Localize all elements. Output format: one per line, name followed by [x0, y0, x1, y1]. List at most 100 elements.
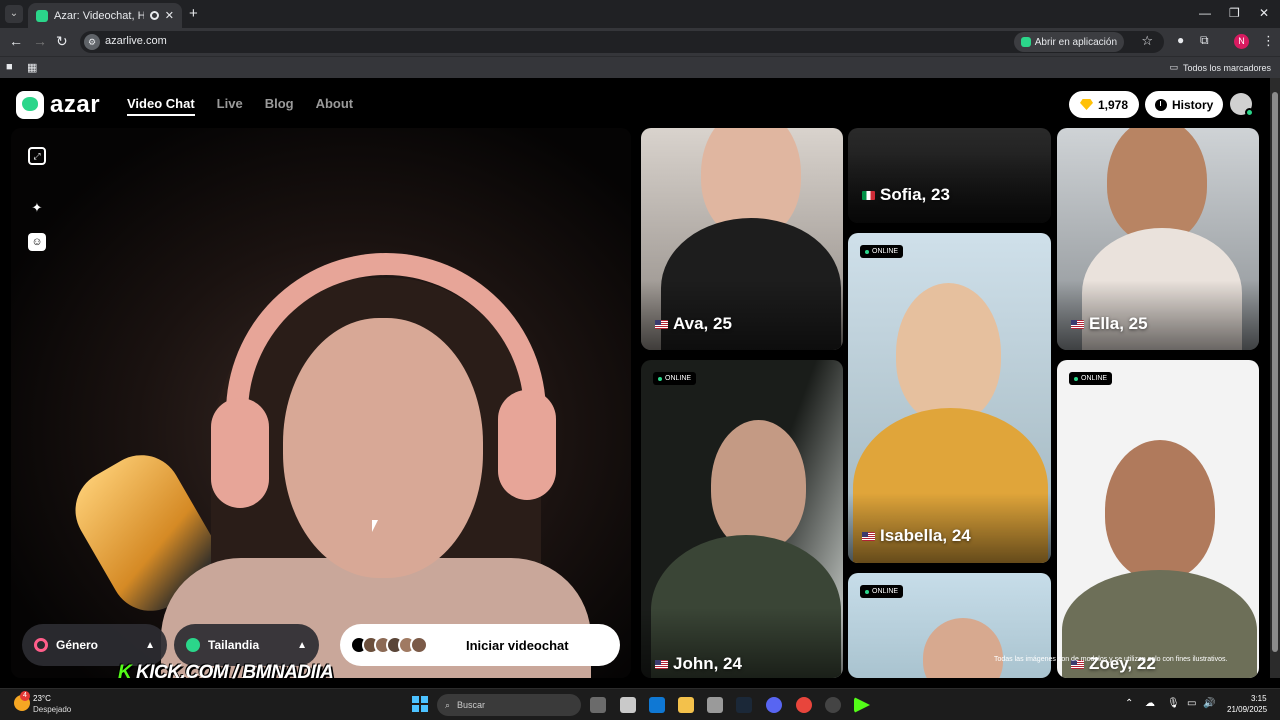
- minimize-icon[interactable]: —: [1199, 6, 1211, 20]
- profile-card-zoey[interactable]: ONLINE Zoey, 22: [1057, 360, 1259, 678]
- italy-flag-icon: [862, 190, 875, 200]
- country-label: Tailandia: [208, 638, 260, 652]
- fullscreen-icon[interactable]: ⤢: [28, 147, 46, 165]
- store-icon[interactable]: [620, 697, 636, 713]
- us-flag-icon: [862, 531, 875, 541]
- headphone-left-cup: [211, 398, 269, 508]
- card-name: Ella, 25: [1071, 314, 1148, 334]
- history-label: History: [1172, 97, 1214, 112]
- window-close-icon[interactable]: ✕: [1259, 6, 1269, 20]
- search-placeholder: Buscar: [457, 700, 486, 710]
- card-name-text: John, 24: [673, 654, 742, 673]
- online-badge: ONLINE: [860, 245, 904, 258]
- file-explorer-icon[interactable]: [678, 697, 694, 713]
- network-icon[interactable]: ▭: [1187, 698, 1196, 709]
- sparkle-effects-icon[interactable]: ✦: [28, 199, 46, 217]
- card-name-text: Isabella, 24: [880, 526, 971, 545]
- nav-blog[interactable]: Blog: [265, 96, 294, 116]
- task-view-icon[interactable]: [590, 697, 606, 713]
- start-videochat-button[interactable]: Iniciar videochat: [340, 624, 620, 666]
- chevron-up-icon: ▲: [145, 639, 155, 651]
- taskbar-search[interactable]: ⌕ Buscar: [437, 694, 581, 716]
- recording-icon: [149, 11, 159, 20]
- kick-channel-text: KICK.COM / BMNADIIA: [136, 662, 334, 683]
- temperature[interactable]: 23°C: [33, 694, 51, 703]
- card-name-text: Ella, 25: [1089, 314, 1148, 333]
- nav-video-chat[interactable]: Video Chat: [127, 96, 195, 116]
- restore-icon[interactable]: ❐: [1229, 6, 1240, 20]
- open-in-app-button[interactable]: Abrir en aplicación: [1013, 32, 1124, 52]
- volume-icon[interactable]: 🔊: [1203, 698, 1215, 709]
- nav-live[interactable]: Live: [217, 96, 243, 116]
- gem-icon: [1080, 99, 1093, 110]
- microphone-tray-icon[interactable]: 🎙: [1167, 698, 1180, 709]
- azar-favicon-icon: [36, 9, 48, 22]
- logo-text: azar: [50, 91, 101, 118]
- faces-stack: [350, 636, 428, 654]
- profile-avatar[interactable]: N: [1234, 34, 1249, 49]
- gender-label: Género: [56, 638, 99, 652]
- profile-photo: [1107, 128, 1207, 243]
- start-videochat-label: Iniciar videochat: [466, 637, 569, 653]
- steam-icon[interactable]: [736, 697, 752, 713]
- site-info-icon[interactable]: ⚙: [84, 34, 100, 50]
- back-icon[interactable]: ←: [9, 33, 23, 49]
- kick-app-icon[interactable]: [854, 697, 870, 713]
- us-flag-icon: [655, 659, 668, 669]
- bookmarks-bar: ■ ▦ ▭ Todos los marcadores: [0, 56, 1280, 78]
- gender-filter-button[interactable]: Género ▲: [22, 624, 167, 666]
- profile-card-sofia[interactable]: Sofia, 23: [848, 128, 1051, 223]
- extensions-puzzle-icon[interactable]: ⧉: [1200, 33, 1209, 48]
- azar-logo[interactable]: azar: [16, 91, 100, 119]
- profile-card-ella[interactable]: Ella, 25: [1057, 128, 1259, 350]
- photos-icon[interactable]: [707, 697, 723, 713]
- reload-icon[interactable]: ↻: [56, 33, 68, 50]
- taskbar-date[interactable]: 21/09/2025: [1227, 705, 1267, 714]
- apps-grid-icon[interactable]: ▦: [27, 61, 37, 74]
- profile-card-isabella[interactable]: ONLINE Isabella, 24: [848, 233, 1051, 563]
- windows-start-icon[interactable]: [412, 696, 428, 712]
- gems-count: 1,978: [1098, 97, 1129, 112]
- us-flag-icon: [655, 319, 668, 329]
- tab-search-icon[interactable]: ⌄: [5, 5, 23, 23]
- azar-page: azar Video Chat Live Blog About 1,978 Hi…: [0, 78, 1270, 678]
- cloud-icon[interactable]: ☁: [1145, 698, 1155, 709]
- obs-icon[interactable]: [825, 697, 841, 713]
- gems-button[interactable]: 1,978: [1069, 91, 1140, 118]
- outlook-icon[interactable]: [649, 697, 665, 713]
- address-bar[interactable]: ⚙ azarlive.com Abrir en aplicación ☆: [80, 31, 1164, 53]
- weather-condition[interactable]: Despejado: [33, 705, 71, 714]
- chrome-icon[interactable]: [796, 697, 812, 713]
- taskbar-time[interactable]: 3:15: [1251, 694, 1267, 703]
- nav-about[interactable]: About: [316, 96, 354, 116]
- tab-square-icon[interactable]: ■: [6, 61, 13, 73]
- profile-photo: [923, 618, 1003, 678]
- country-filter-button[interactable]: Tailandia ▲: [174, 624, 319, 666]
- discord-icon[interactable]: [766, 697, 782, 713]
- card-name: Sofia, 23: [862, 185, 950, 205]
- browser-tab[interactable]: Azar: Videochat, Haz nuevo ✕: [28, 3, 182, 28]
- page-scrollbar[interactable]: [1270, 78, 1280, 678]
- country-icon: [186, 638, 200, 652]
- face-avatar: [410, 636, 428, 654]
- gender-icon: [34, 638, 48, 652]
- history-button[interactable]: History: [1145, 91, 1224, 118]
- tray-overflow-icon[interactable]: ⌃: [1125, 698, 1133, 709]
- chevron-up-icon: ▲: [297, 639, 307, 651]
- kick-logo-letter: K: [118, 662, 132, 683]
- new-tab-button[interactable]: +: [189, 5, 198, 22]
- card-name-text: Ava, 25: [673, 314, 732, 333]
- url-text[interactable]: azarlive.com: [105, 35, 167, 47]
- scrollbar-thumb[interactable]: [1272, 92, 1278, 652]
- tab-close-icon[interactable]: ✕: [165, 9, 174, 22]
- bookmark-star-icon[interactable]: ☆: [1141, 33, 1153, 49]
- extension-icon[interactable]: ●: [1177, 33, 1184, 47]
- profile-card-ava[interactable]: Ava, 25: [641, 128, 843, 350]
- face-mask-icon[interactable]: ☺: [28, 233, 46, 251]
- weather-badge: 4: [20, 691, 30, 701]
- browser-menu-icon[interactable]: ⋮: [1262, 33, 1275, 49]
- profile-card-john[interactable]: ONLINE John, 24: [641, 360, 843, 678]
- video-panel: ⤢ ✦ ☺ Género ▲ Tailandia ▲ Iniciar video…: [11, 128, 631, 678]
- all-bookmarks-button[interactable]: ▭ Todos los marcadores: [1169, 62, 1271, 73]
- forward-icon[interactable]: →: [33, 33, 47, 49]
